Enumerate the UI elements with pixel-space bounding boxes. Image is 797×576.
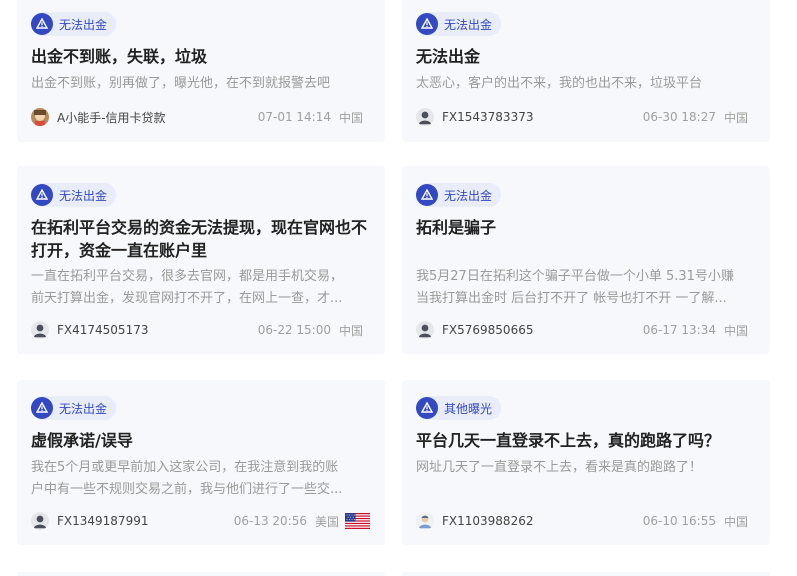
user-icon bbox=[416, 512, 434, 530]
post-time: 06-30 18:27 bbox=[642, 110, 716, 124]
post-author[interactable]: FX5769850665 bbox=[416, 320, 533, 340]
post-title[interactable]: 虚假承诺/误导 bbox=[31, 429, 133, 452]
post-title-line-1[interactable]: 在拓利平台交易的资金无法提现，现在官网也不 bbox=[31, 216, 367, 239]
warning-icon bbox=[416, 184, 438, 206]
post-card[interactable]: 无法出金 拓利是骗子 我5月27日在拓利这个骗子平台做一个小单 5.31号小赚 … bbox=[402, 166, 770, 354]
post-time: 07-01 14:14 bbox=[257, 110, 331, 124]
post-region: 中国 bbox=[723, 110, 748, 125]
post-time: 06-17 13:34 bbox=[642, 323, 716, 337]
username: FX1543783373 bbox=[442, 110, 534, 124]
post-excerpt-line-2: 当我打算出金时 后台打不开了 帐号也打不开 一了解... bbox=[416, 291, 727, 306]
post-title[interactable]: 平台几天一直登录不上去，真的跑路了吗？ bbox=[416, 429, 720, 452]
user-icon bbox=[31, 321, 49, 339]
category-label: 无法出金 bbox=[444, 188, 493, 203]
username: FX1103988262 bbox=[442, 514, 534, 528]
post-card[interactable]: 无法出金 在拓利平台交易的资金无法提现，现在官网也不 打开，资金一直在账户里 一… bbox=[17, 166, 385, 354]
post-excerpt-line-1: 我在5个月或更早前加入这家公司，在我注意到我的账 bbox=[31, 460, 339, 475]
post-author[interactable]: FX1543783373 bbox=[416, 107, 533, 127]
exposure-card-grid: 无法出金 出金不到账，失联，垃圾 出金不到账，别再做了，曝光他，在不到就报警去吧… bbox=[0, 0, 797, 576]
category-badge[interactable]: 无法出金 bbox=[31, 183, 117, 207]
username: FX1349187991 bbox=[57, 514, 149, 528]
warning-icon bbox=[416, 13, 438, 35]
username: FX5769850665 bbox=[442, 323, 534, 337]
warning-icon bbox=[416, 397, 438, 419]
post-card-partial[interactable] bbox=[17, 572, 385, 576]
post-meta: 07-01 14:14 中国 bbox=[258, 107, 363, 127]
post-meta: 06-30 18:27 中国 bbox=[643, 107, 748, 127]
post-region: 中国 bbox=[338, 110, 363, 125]
post-time: 06-10 16:55 bbox=[642, 514, 716, 528]
category-badge[interactable]: 无法出金 bbox=[416, 183, 502, 207]
post-meta: 06-13 20:56 美国 bbox=[234, 511, 370, 531]
category-label: 无法出金 bbox=[59, 188, 108, 203]
post-author[interactable]: A小能手-信用卡贷款 bbox=[31, 107, 166, 127]
category-label: 无法出金 bbox=[59, 17, 108, 32]
post-meta: 06-17 13:34 中国 bbox=[643, 320, 748, 340]
warning-icon bbox=[31, 13, 53, 35]
post-region: 美国 bbox=[314, 514, 339, 529]
post-region: 中国 bbox=[723, 323, 748, 338]
post-meta: 06-10 16:55 中国 bbox=[643, 511, 748, 531]
category-badge[interactable]: 无法出金 bbox=[31, 396, 117, 420]
post-excerpt-line-2: 户中有一些不规则交易之前，我与他们进行了一些交... bbox=[31, 482, 343, 497]
post-title-line-2[interactable]: 打开，资金一直在账户里 bbox=[31, 239, 207, 262]
post-meta: 06-22 15:00 中国 bbox=[258, 320, 363, 340]
username: A小能手-信用卡贷款 bbox=[57, 110, 166, 125]
post-region: 中国 bbox=[338, 323, 363, 338]
category-badge[interactable]: 无法出金 bbox=[31, 12, 117, 36]
post-excerpt: 出金不到账，别再做了，曝光他，在不到就报警去吧 bbox=[31, 76, 331, 91]
post-time: 06-13 20:56 bbox=[233, 514, 307, 528]
username: FX4174505173 bbox=[57, 323, 149, 337]
warning-icon bbox=[31, 184, 53, 206]
post-card[interactable]: 无法出金 出金不到账，失联，垃圾 出金不到账，别再做了，曝光他，在不到就报警去吧… bbox=[17, 0, 385, 142]
post-excerpt-line-2: 前天打算出金，发现官网打不开了，在网上一查，才... bbox=[31, 291, 343, 306]
category-badge[interactable]: 无法出金 bbox=[416, 12, 502, 36]
post-excerpt: 网址几天了一直登录不上去，看来是真的跑路了！ bbox=[416, 460, 703, 475]
post-title[interactable]: 拓利是骗子 bbox=[416, 216, 496, 239]
user-icon bbox=[416, 108, 434, 126]
warning-icon bbox=[31, 397, 53, 419]
user-icon bbox=[416, 321, 434, 339]
us-flag-icon bbox=[345, 513, 370, 529]
post-region: 中国 bbox=[723, 514, 748, 529]
post-time: 06-22 15:00 bbox=[257, 323, 331, 337]
post-card[interactable]: 无法出金 无法出金 太恶心，客户的出不来，我的也出不来，垃圾平台 FX15437… bbox=[402, 0, 770, 142]
post-excerpt-line-1: 一直在拓利平台交易，很多去官网，都是用手机交易， bbox=[31, 269, 344, 284]
post-author[interactable]: FX1349187991 bbox=[31, 511, 148, 531]
user-icon bbox=[31, 512, 49, 530]
post-excerpt-line-1: 我5月27日在拓利这个骗子平台做一个小单 5.31号小赚 bbox=[416, 269, 734, 284]
category-label: 无法出金 bbox=[444, 17, 493, 32]
post-title[interactable]: 无法出金 bbox=[416, 45, 480, 68]
post-card-partial[interactable] bbox=[402, 572, 770, 576]
post-title[interactable]: 出金不到账，失联，垃圾 bbox=[31, 45, 207, 68]
avatar bbox=[31, 108, 49, 126]
category-badge[interactable]: 其他曝光 bbox=[416, 396, 502, 420]
category-label: 无法出金 bbox=[59, 401, 108, 416]
post-excerpt: 太恶心，客户的出不来，我的也出不来，垃圾平台 bbox=[416, 76, 703, 91]
post-card[interactable]: 其他曝光 平台几天一直登录不上去，真的跑路了吗？ 网址几天了一直登录不上去，看来… bbox=[402, 380, 770, 545]
post-card[interactable]: 无法出金 虚假承诺/误导 我在5个月或更早前加入这家公司，在我注意到我的账 户中… bbox=[17, 380, 385, 545]
category-label: 其他曝光 bbox=[444, 401, 493, 416]
post-author[interactable]: FX1103988262 bbox=[416, 511, 533, 531]
post-author[interactable]: FX4174505173 bbox=[31, 320, 148, 340]
